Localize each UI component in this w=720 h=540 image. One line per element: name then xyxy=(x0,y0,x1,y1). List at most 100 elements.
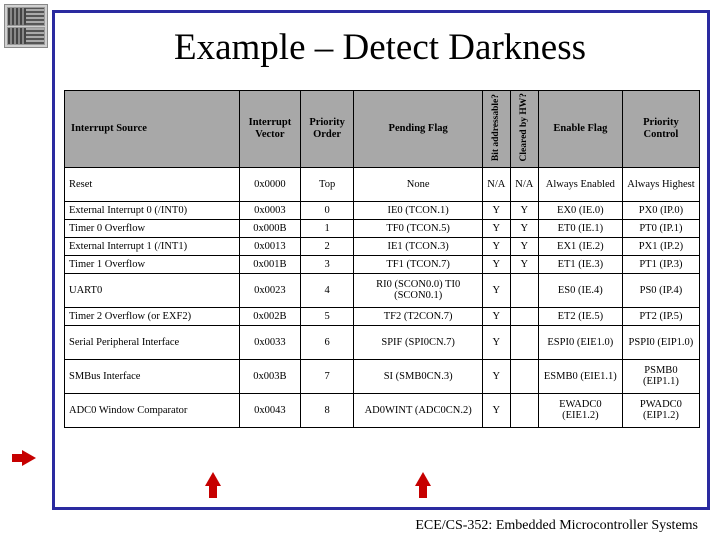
cell-pc: PT2 (IP.5) xyxy=(622,307,699,325)
table-row: UART00x00234RI0 (SCON0.0) TI0 (SCON0.1)Y… xyxy=(65,273,700,307)
cell-hw xyxy=(510,273,538,307)
cell-pri: 6 xyxy=(300,325,354,359)
cell-hw xyxy=(510,325,538,359)
cell-vec: 0x0000 xyxy=(240,167,301,201)
cell-bit: Y xyxy=(482,219,510,237)
table-row: Timer 2 Overflow (or EXF2)0x002B5TF2 (T2… xyxy=(65,307,700,325)
table-row: External Interrupt 1 (/INT1)0x00132IE1 (… xyxy=(65,237,700,255)
cell-src: Timer 0 Overflow xyxy=(65,219,240,237)
col-pending-flag: Pending Flag xyxy=(354,91,482,168)
cell-src: Timer 1 Overflow xyxy=(65,255,240,273)
col-priority-order: Priority Order xyxy=(300,91,354,168)
cell-flag: RI0 (SCON0.0) TI0 (SCON0.1) xyxy=(354,273,482,307)
cell-pc: PSPI0 (EIP1.0) xyxy=(622,325,699,359)
cell-bit: Y xyxy=(482,237,510,255)
cell-pri: 4 xyxy=(300,273,354,307)
cell-hw: Y xyxy=(510,237,538,255)
cell-pc: PT1 (IP.3) xyxy=(622,255,699,273)
frame-border xyxy=(707,10,710,510)
cell-pc: PS0 (IP.4) xyxy=(622,273,699,307)
cell-pri: 8 xyxy=(300,393,354,427)
cell-flag: TF0 (TCON.5) xyxy=(354,219,482,237)
cell-en: ET1 (IE.3) xyxy=(538,255,622,273)
cell-flag: TF2 (T2CON.7) xyxy=(354,307,482,325)
cell-en: ET2 (IE.5) xyxy=(538,307,622,325)
cell-bit: Y xyxy=(482,201,510,219)
cell-src: Timer 2 Overflow (or EXF2) xyxy=(65,307,240,325)
cell-flag: SPIF (SPI0CN.7) xyxy=(354,325,482,359)
cell-pri: 5 xyxy=(300,307,354,325)
cell-vec: 0x000B xyxy=(240,219,301,237)
interrupt-table: Interrupt Source Interrupt Vector Priori… xyxy=(64,90,700,428)
cell-pri: 7 xyxy=(300,359,354,393)
slide-logo xyxy=(4,4,48,48)
cell-flag: IE0 (TCON.1) xyxy=(354,201,482,219)
frame-border xyxy=(52,10,710,13)
cell-pri: 1 xyxy=(300,219,354,237)
cell-vec: 0x002B xyxy=(240,307,301,325)
cell-en: EX0 (IE.0) xyxy=(538,201,622,219)
table-row: ADC0 Window Comparator0x00438AD0WINT (AD… xyxy=(65,393,700,427)
col-interrupt-source: Interrupt Source xyxy=(65,91,240,168)
cell-src: UART0 xyxy=(65,273,240,307)
cell-hw: Y xyxy=(510,219,538,237)
cell-bit: N/A xyxy=(482,167,510,201)
cell-en: ESMB0 (EIE1.1) xyxy=(538,359,622,393)
col-interrupt-vector: Interrupt Vector xyxy=(240,91,301,168)
frame-border xyxy=(52,507,710,510)
cell-pri: Top xyxy=(300,167,354,201)
arrow-right-icon xyxy=(22,450,36,466)
cell-bit: Y xyxy=(482,255,510,273)
cell-vec: 0x003B xyxy=(240,359,301,393)
cell-flag: TF1 (TCON.7) xyxy=(354,255,482,273)
col-bit-addressable: Bit addressable? xyxy=(482,91,510,168)
cell-hw: Y xyxy=(510,255,538,273)
cell-flag: SI (SMB0CN.3) xyxy=(354,359,482,393)
arrow-up-icon xyxy=(205,472,221,486)
slide-title: Example – Detect Darkness xyxy=(60,26,700,69)
cell-pri: 3 xyxy=(300,255,354,273)
cell-hw: N/A xyxy=(510,167,538,201)
cell-src: Reset xyxy=(65,167,240,201)
cell-en: ES0 (IE.4) xyxy=(538,273,622,307)
cell-en: EX1 (IE.2) xyxy=(538,237,622,255)
cell-vec: 0x0043 xyxy=(240,393,301,427)
cell-flag: IE1 (TCON.3) xyxy=(354,237,482,255)
cell-hw: Y xyxy=(510,201,538,219)
arrow-up-icon xyxy=(415,472,431,486)
table-row: External Interrupt 0 (/INT0)0x00030IE0 (… xyxy=(65,201,700,219)
cell-bit: Y xyxy=(482,307,510,325)
cell-src: External Interrupt 0 (/INT0) xyxy=(65,201,240,219)
table-row: Serial Peripheral Interface0x00336SPIF (… xyxy=(65,325,700,359)
cell-pc: PX0 (IP.0) xyxy=(622,201,699,219)
cell-pri: 2 xyxy=(300,237,354,255)
slide-footer: ECE/CS-352: Embedded Microcontroller Sys… xyxy=(415,518,698,534)
table-row: Timer 0 Overflow0x000B1TF0 (TCON.5)YYET0… xyxy=(65,219,700,237)
cell-bit: Y xyxy=(482,393,510,427)
cell-vec: 0x0023 xyxy=(240,273,301,307)
table-row: Timer 1 Overflow0x001B3TF1 (TCON.7)YYET1… xyxy=(65,255,700,273)
cell-flag: None xyxy=(354,167,482,201)
cell-pri: 0 xyxy=(300,201,354,219)
cell-en: ET0 (IE.1) xyxy=(538,219,622,237)
cell-en: EWADC0 (EIE1.2) xyxy=(538,393,622,427)
cell-pc: Always Highest xyxy=(622,167,699,201)
cell-bit: Y xyxy=(482,359,510,393)
cell-vec: 0x001B xyxy=(240,255,301,273)
cell-src: SMBus Interface xyxy=(65,359,240,393)
cell-en: ESPI0 (EIE1.0) xyxy=(538,325,622,359)
cell-flag: AD0WINT (ADC0CN.2) xyxy=(354,393,482,427)
cell-bit: Y xyxy=(482,273,510,307)
col-cleared-by-hw: Cleared by HW? xyxy=(510,91,538,168)
cell-hw xyxy=(510,307,538,325)
cell-pc: PSMB0 (EIP1.1) xyxy=(622,359,699,393)
col-priority-control: Priority Control xyxy=(622,91,699,168)
cell-src: ADC0 Window Comparator xyxy=(65,393,240,427)
cell-pc: PX1 (IP.2) xyxy=(622,237,699,255)
cell-pc: PT0 (IP.1) xyxy=(622,219,699,237)
cell-en: Always Enabled xyxy=(538,167,622,201)
cell-hw xyxy=(510,393,538,427)
cell-vec: 0x0033 xyxy=(240,325,301,359)
frame-border xyxy=(52,10,55,510)
cell-pc: PWADC0 (EIP1.2) xyxy=(622,393,699,427)
